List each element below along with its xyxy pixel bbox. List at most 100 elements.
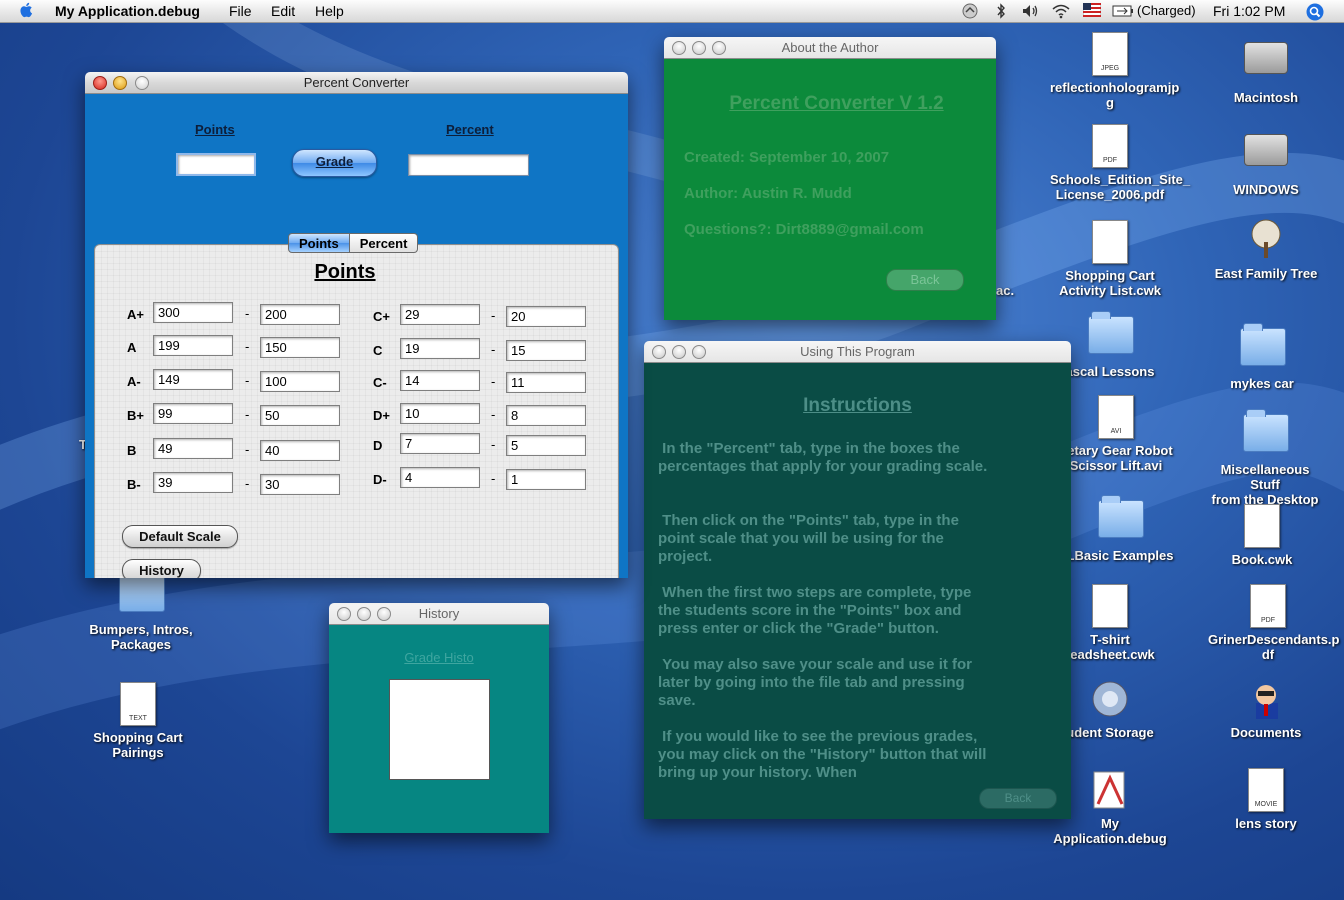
- menu-file[interactable]: File: [229, 3, 252, 19]
- script-menu-icon[interactable]: [962, 3, 978, 19]
- grade-high-input[interactable]: 99: [153, 403, 233, 424]
- about-titlebar[interactable]: About the Author: [664, 37, 996, 59]
- range-dash: -: [245, 373, 250, 388]
- grade-high-input[interactable]: 300: [153, 302, 233, 323]
- range-dash: -: [491, 471, 496, 486]
- jpeg-file-icon: JPEG: [1092, 32, 1128, 76]
- converter-titlebar[interactable]: Percent Converter: [85, 72, 628, 94]
- grade-low-input[interactable]: 20: [506, 306, 586, 327]
- minimize-icon[interactable]: [692, 41, 706, 55]
- history-titlebar[interactable]: History: [329, 603, 549, 625]
- desktop-icon-reflectionhologram[interactable]: JPEG reflectionhologramjp g: [1050, 32, 1179, 110]
- wifi-icon[interactable]: [1051, 3, 1070, 19]
- grade-high-input[interactable]: 4: [400, 467, 480, 488]
- percent-converter-window[interactable]: Percent Converter Points Percent Grade P…: [85, 72, 628, 578]
- points-input[interactable]: [176, 153, 256, 176]
- desktop-icon-lbasic[interactable]: LBasic Examples: [1060, 494, 1180, 563]
- panel-title: Points: [314, 261, 376, 283]
- desktop-icon-windows[interactable]: WINDOWS: [1206, 124, 1326, 197]
- desktop-icon-macintosh[interactable]: Macintosh: [1206, 32, 1326, 105]
- desktop-icon-shopping-cart-pairings[interactable]: TEXT Shopping Cart Pairings: [78, 682, 198, 760]
- zoom-icon[interactable]: [377, 607, 391, 621]
- instruction-paragraph: In the "Percent" tab, type in the boxes …: [658, 440, 988, 475]
- volume-icon[interactable]: [1021, 3, 1038, 19]
- grade-high-input[interactable]: 7: [400, 433, 480, 454]
- using-program-window[interactable]: Using This Program Instructions In the "…: [644, 341, 1071, 819]
- spotlight-search-icon[interactable]: [1306, 3, 1324, 21]
- grade-button[interactable]: Grade: [292, 149, 377, 177]
- tab-percent[interactable]: Percent: [349, 233, 419, 253]
- tab-points[interactable]: Points: [288, 233, 350, 253]
- using-titlebar[interactable]: Using This Program: [644, 341, 1071, 363]
- minimize-icon[interactable]: [357, 607, 371, 621]
- appleworks-file-icon: [1092, 220, 1128, 264]
- zoom-icon[interactable]: [135, 76, 149, 90]
- desktop-icon-gear-robot[interactable]: AVI netary Gear Robot Scissor Lift.avi: [1056, 395, 1176, 473]
- desktop-icon-lens-story[interactable]: MOVIE lens story: [1206, 768, 1326, 831]
- grade-low-input[interactable]: 40: [260, 440, 340, 461]
- desktop-icon-shopping-cart-activity[interactable]: Shopping Cart Activity List.cwk: [1050, 220, 1170, 298]
- desktop-icon-mykes-car[interactable]: mykes car: [1202, 322, 1322, 391]
- grade-high-input[interactable]: 29: [400, 304, 480, 325]
- desktop-icon-documents[interactable]: Documents: [1206, 677, 1326, 740]
- grade-low-input[interactable]: 150: [260, 337, 340, 358]
- history-window[interactable]: History Grade Histo: [329, 603, 549, 833]
- menu-edit[interactable]: Edit: [271, 3, 295, 19]
- percent-label: Percent: [446, 122, 494, 137]
- folder-icon: [119, 569, 165, 612]
- using-back-button[interactable]: Back: [979, 788, 1057, 809]
- text-file-icon: TEXT: [120, 682, 156, 726]
- close-icon[interactable]: [652, 345, 666, 359]
- grade-high-input[interactable]: 10: [400, 403, 480, 424]
- desktop-icon-misc-stuff[interactable]: Miscellaneous Stuff from the Desktop: [1205, 408, 1325, 507]
- history-list-box[interactable]: [389, 679, 490, 780]
- battery-icon[interactable]: [1112, 3, 1133, 19]
- grade-high-input[interactable]: 49: [153, 438, 233, 459]
- desktop-icon-book[interactable]: Book.cwk: [1202, 504, 1322, 567]
- about-back-button[interactable]: Back: [886, 269, 964, 291]
- apple-menu-icon[interactable]: [18, 1, 36, 19]
- grade-high-input[interactable]: 149: [153, 369, 233, 390]
- instruction-paragraph: You may also save your scale and use it …: [658, 656, 977, 709]
- percent-output[interactable]: [408, 154, 529, 176]
- minimize-icon[interactable]: [113, 76, 127, 90]
- close-icon[interactable]: [337, 607, 351, 621]
- grade-low-input[interactable]: 50: [260, 405, 340, 426]
- zoom-icon[interactable]: [712, 41, 726, 55]
- close-icon[interactable]: [93, 76, 107, 90]
- grade-low-input[interactable]: 1: [506, 469, 586, 490]
- window-title: Percent Converter: [303, 75, 410, 90]
- about-author-window[interactable]: About the Author Percent Converter V 1.2…: [664, 37, 996, 320]
- menu-help[interactable]: Help: [315, 3, 344, 19]
- grade-low-input[interactable]: 11: [506, 372, 586, 393]
- grade-low-input[interactable]: 8: [506, 405, 586, 426]
- history-button[interactable]: History: [122, 559, 201, 578]
- zoom-icon[interactable]: [692, 345, 706, 359]
- grade-low-input[interactable]: 30: [260, 474, 340, 495]
- desktop-icon-schools-edition[interactable]: PDF Schools_Edition_Site_ License_2006.p…: [1050, 124, 1190, 202]
- grade-low-input[interactable]: 5: [506, 435, 586, 456]
- hard-disk-icon: [1244, 42, 1288, 74]
- grade-history-link[interactable]: Grade Histo: [329, 650, 549, 665]
- close-icon[interactable]: [672, 41, 686, 55]
- default-scale-button[interactable]: Default Scale: [122, 525, 238, 548]
- grade-high-input[interactable]: 39: [153, 472, 233, 493]
- grade-high-input[interactable]: 14: [400, 370, 480, 391]
- desktop-icon-east-family-tree[interactable]: East Family Tree: [1206, 218, 1326, 281]
- us-flag-icon[interactable]: [1082, 2, 1102, 19]
- bluetooth-icon[interactable]: [993, 3, 1009, 19]
- range-dash: -: [491, 308, 496, 323]
- range-dash: -: [245, 306, 250, 321]
- grade-low-input[interactable]: 15: [506, 340, 586, 361]
- desktop-icon-bumpers[interactable]: Bumpers, Intros, Packages: [81, 568, 201, 652]
- grade-high-input[interactable]: 199: [153, 335, 233, 356]
- minimize-icon[interactable]: [672, 345, 686, 359]
- desktop-icon-griner[interactable]: PDF GrinerDescendants.p df: [1208, 584, 1340, 662]
- grade-low-input[interactable]: 100: [260, 371, 340, 392]
- grade-high-input[interactable]: 19: [400, 338, 480, 359]
- grade-low-input[interactable]: 200: [260, 304, 340, 325]
- hard-disk-icon: [1244, 134, 1288, 166]
- instructions-heading: Instructions: [803, 395, 912, 416]
- menu-clock[interactable]: Fri 1:02 PM: [1213, 3, 1285, 19]
- menu-app-name[interactable]: My Application.debug: [55, 3, 200, 19]
